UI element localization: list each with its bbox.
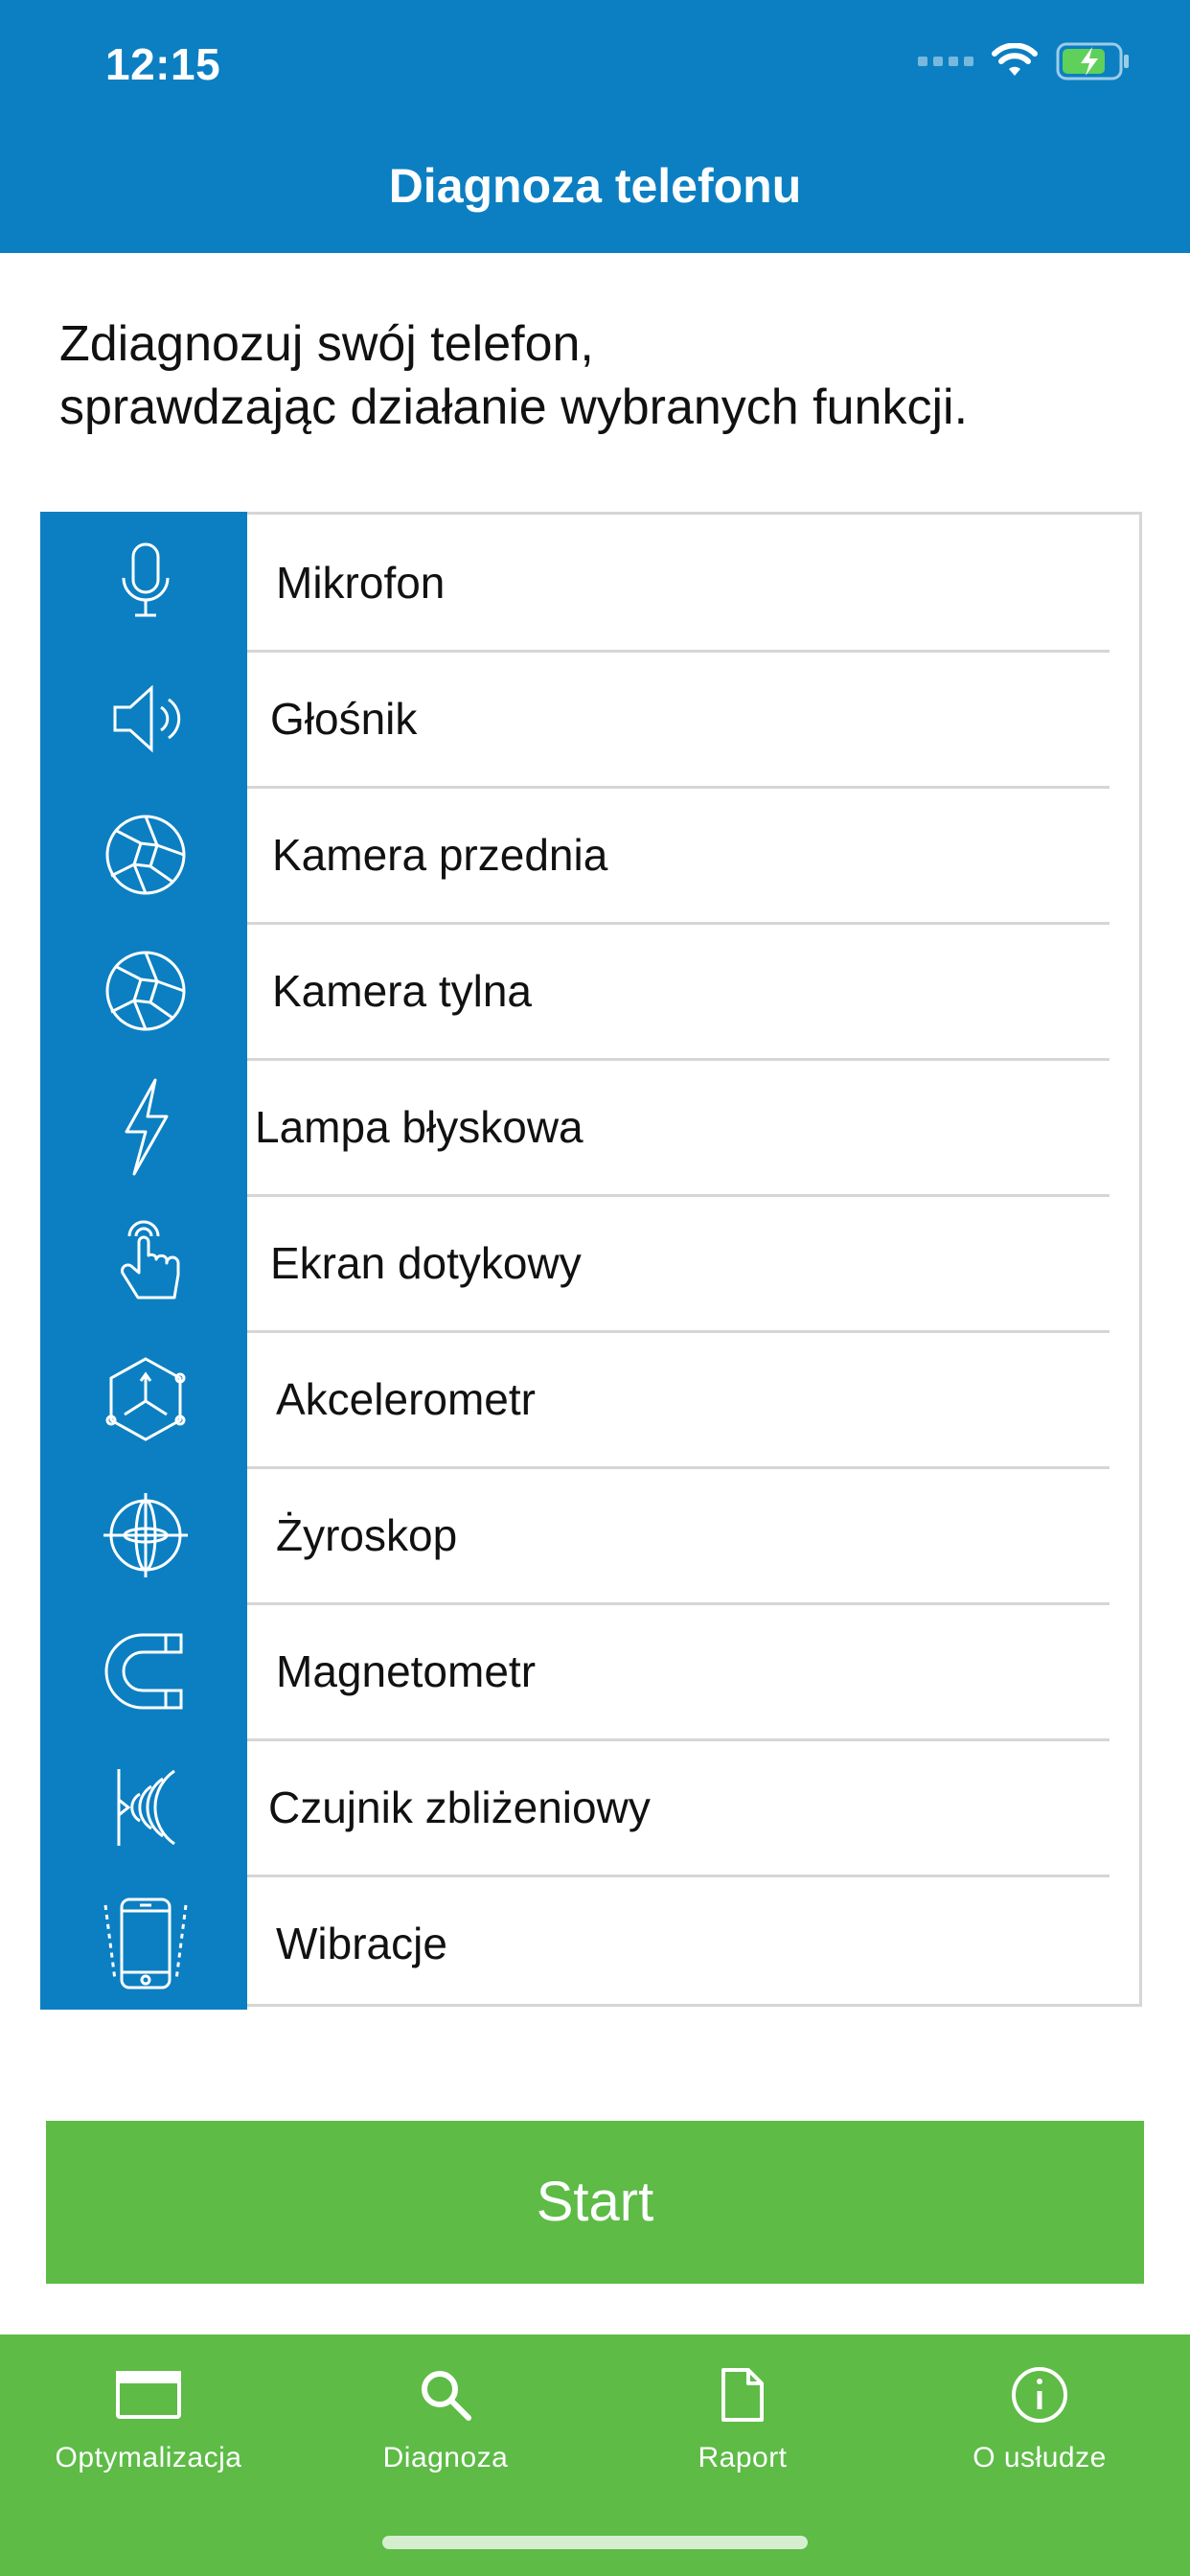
diagnostic-label: Lampa błyskowa [255, 1102, 584, 1152]
diagnostic-label: Kamera przednia [272, 830, 608, 880]
diagnostic-label: Wibracje [276, 1919, 447, 1968]
tab-label: Diagnoza [382, 2442, 509, 2473]
info-icon [1012, 2367, 1067, 2423]
intro-line-1: Zdiagnozuj swój telefon, [59, 316, 594, 372]
tab-diagnoza[interactable]: Diagnoza [297, 2361, 594, 2496]
app-header: 12:15 Diagnoza telefonu [0, 0, 1190, 253]
intro-line-2: sprawdzając działanie wybranych funkcji. [59, 380, 969, 435]
diagnostic-item-glosnik[interactable]: Głośnik [113, 651, 1145, 789]
diagnostic-item-mikrofon[interactable]: Mikrofon [122, 515, 1145, 653]
diagnostic-label: Magnetometr [276, 1646, 537, 1696]
window-icon [116, 2371, 181, 2419]
diagnostic-item-ekran-dotykowy[interactable]: Ekran dotykowy [120, 1195, 1145, 1333]
home-indicator [382, 2536, 808, 2549]
document-icon [721, 2368, 764, 2422]
diagnostic-item-kamera-tylna[interactable]: Kamera tylna [105, 923, 1145, 1061]
diagnostic-item-zyroskop[interactable]: Żyroskop [103, 1467, 1145, 1605]
diagnostic-label: Głośnik [270, 694, 418, 744]
diagnostic-item-lampa-blyskowa[interactable]: Lampa błyskowa [125, 1059, 1145, 1197]
tab-label: Raport [698, 2442, 788, 2473]
diagnostic-label: Kamera tylna [272, 966, 533, 1016]
diagnostic-label: Czujnik zbliżeniowy [268, 1782, 651, 1832]
diagnostic-label: Żyroskop [276, 1510, 458, 1560]
magnet-icon [43, 1603, 247, 1739]
signal-icon [918, 57, 973, 66]
page-title: Diagnoza telefonu [388, 159, 802, 213]
diagnostic-item-magnetometr[interactable]: Magnetometr [104, 1603, 1145, 1741]
camera-aperture-icon [43, 787, 247, 923]
tab-optymalizacja[interactable]: Optymalizacja [0, 2361, 297, 2496]
diagnostic-label: Akcelerometr [276, 1374, 536, 1424]
gyroscope-icon [43, 1467, 247, 1603]
diagnostic-item-akcelerometr[interactable]: Akcelerometr [105, 1331, 1145, 1469]
diagnostic-item-wibracje[interactable]: Wibracje [103, 1875, 1145, 2012]
diagnostic-label: Ekran dotykowy [270, 1238, 582, 1288]
proximity-waves-icon [43, 1739, 247, 1875]
status-time: 12:15 [105, 39, 221, 89]
search-icon [422, 2371, 471, 2421]
battery-charging-icon [1056, 42, 1129, 80]
microphone-icon [43, 515, 247, 651]
diagnostic-item-kamera-przednia[interactable]: Kamera przednia [105, 787, 1145, 925]
tab-o-usludze[interactable]: O usłudze [891, 2361, 1188, 2496]
diagnostics-list: Mikrofon Głośnik Kamera przednia Kamera … [40, 512, 1145, 2010]
status-icons [918, 42, 1131, 80]
wifi-icon [992, 43, 1038, 76]
speaker-icon [43, 651, 247, 787]
diagnostic-item-czujnik-zblizeniowy[interactable]: Czujnik zbliżeniowy [117, 1739, 1145, 1877]
tab-label: Optymalizacja [55, 2442, 242, 2473]
lightning-icon [43, 1059, 247, 1195]
tab-label: O usłudze [973, 2442, 1107, 2473]
accelerometer-cube-icon [43, 1331, 247, 1467]
intro-text: Zdiagnozuj swój telefon, sprawdzając dzi… [59, 312, 1133, 439]
vibrating-phone-icon [43, 1875, 247, 2012]
tab-raport[interactable]: Raport [594, 2361, 891, 2496]
start-button[interactable]: Start [46, 2121, 1144, 2284]
diagnostic-label: Mikrofon [276, 558, 446, 608]
camera-aperture-icon [43, 923, 247, 1059]
touch-hand-icon [43, 1195, 247, 1331]
